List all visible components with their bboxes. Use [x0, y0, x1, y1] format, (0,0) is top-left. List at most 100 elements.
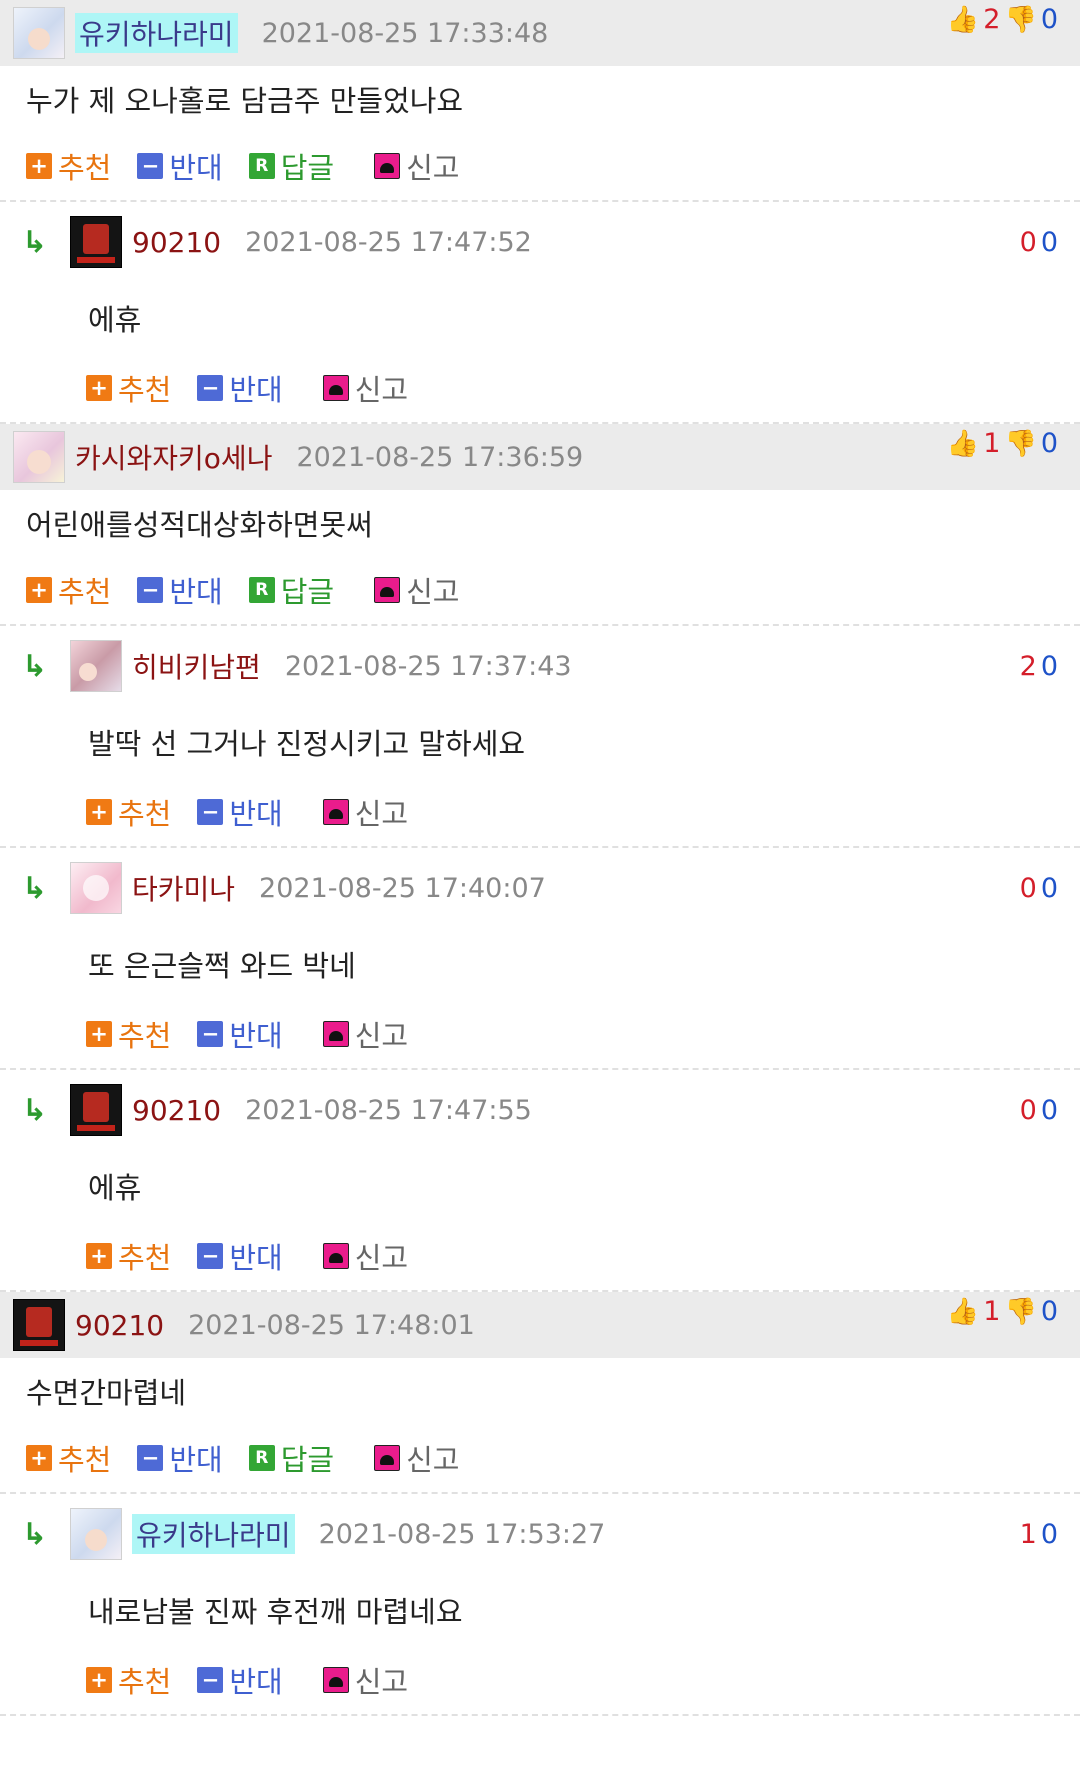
- upvote-count: 1: [1019, 1518, 1037, 1550]
- reply-button[interactable]: R 답글: [248, 1437, 334, 1479]
- recommend-button[interactable]: + 추천: [86, 1235, 171, 1277]
- upvote-count: 2: [983, 4, 1001, 35]
- oppose-button[interactable]: − 반대: [197, 1659, 283, 1701]
- reply-header: ↳ 유키하나라미 2021-08-25 17:53:27 1 0: [0, 1494, 1080, 1574]
- recommend-button[interactable]: + 추천: [26, 145, 111, 187]
- thumbs-up-icon[interactable]: 👍: [947, 1299, 979, 1325]
- comment-1: 유키하나라미 2021-08-25 17:33:48 👍 2 👎 0 누가 제 …: [0, 0, 1080, 424]
- reply-2-2: ↳ 타카미나 2021-08-25 17:40:07 0 0 또 은근슬쩍 와드…: [0, 848, 1080, 1070]
- recommend-button[interactable]: + 추천: [86, 367, 171, 409]
- report-label: 신고: [354, 797, 409, 831]
- reply-arrow-icon: ↳: [22, 1092, 48, 1128]
- avatar[interactable]: [70, 1084, 122, 1136]
- nickname[interactable]: 유키하나라미: [75, 13, 238, 53]
- siren-icon: [322, 799, 349, 825]
- reply-button[interactable]: R 답글: [248, 145, 334, 187]
- report-label: 신고: [354, 373, 409, 407]
- thumbs-up-icon[interactable]: 👍: [947, 7, 979, 33]
- vote-counts: 1 0: [1016, 1519, 1058, 1550]
- comment-text: 누가 제 오나홀로 담금주 만들었나요: [26, 84, 464, 118]
- thumbs-down-icon[interactable]: 👎: [1004, 1299, 1036, 1325]
- report-label: 신고: [354, 1665, 409, 1699]
- reply-arrow-icon: ↳: [22, 870, 48, 906]
- oppose-label: 반대: [169, 151, 223, 185]
- timestamp: 2021-08-25 17:47:55: [245, 1094, 532, 1126]
- plus-icon: +: [26, 1445, 52, 1471]
- report-button[interactable]: 신고: [374, 569, 460, 611]
- siren-icon: [322, 1667, 349, 1693]
- siren-icon: [374, 153, 401, 179]
- report-button[interactable]: 신고: [374, 1437, 460, 1479]
- reply-2-3: ↳ 90210 2021-08-25 17:47:55 0 0 에휴 + 추천 −…: [0, 1070, 1080, 1292]
- thumbs-down-icon[interactable]: 👎: [1004, 7, 1036, 33]
- avatar[interactable]: [13, 7, 65, 59]
- plus-icon: +: [86, 1667, 112, 1693]
- timestamp: 2021-08-25 17:48:01: [188, 1309, 475, 1341]
- report-button[interactable]: 신고: [322, 1013, 409, 1055]
- oppose-button[interactable]: − 반대: [197, 1013, 283, 1055]
- report-label: 신고: [354, 1019, 409, 1053]
- oppose-label: 반대: [229, 797, 283, 831]
- avatar[interactable]: [13, 1299, 65, 1351]
- reply-header: ↳ 히비키남편 2021-08-25 17:37:43 2 0: [0, 626, 1080, 706]
- avatar[interactable]: [70, 862, 122, 914]
- oppose-label: 반대: [229, 1241, 283, 1275]
- downvote-count: 0: [1040, 428, 1058, 459]
- siren-icon: [374, 1445, 401, 1471]
- recommend-label: 추천: [118, 373, 172, 407]
- oppose-button[interactable]: − 반대: [197, 1235, 283, 1277]
- oppose-button[interactable]: − 반대: [197, 791, 283, 833]
- oppose-button[interactable]: − 반대: [137, 569, 223, 611]
- report-button[interactable]: 신고: [322, 367, 409, 409]
- nickname[interactable]: 카시와자키o세나: [75, 437, 272, 477]
- vote-counts: 👍 1 👎 0: [947, 428, 1058, 459]
- reply-text: 에휴: [88, 1171, 142, 1205]
- plus-icon: +: [86, 799, 112, 825]
- recommend-button[interactable]: + 추천: [86, 1659, 171, 1701]
- thumbs-up-icon[interactable]: 👍: [947, 431, 979, 457]
- recommend-button[interactable]: + 추천: [86, 791, 171, 833]
- nickname[interactable]: 타카미나: [132, 868, 235, 908]
- downvote-count: 0: [1040, 1094, 1058, 1126]
- report-button[interactable]: 신고: [322, 791, 409, 833]
- downvote-count: 0: [1040, 1296, 1058, 1327]
- reply-actions: + 추천 − 반대 신고: [0, 1646, 1080, 1716]
- nickname[interactable]: 90210: [132, 1094, 221, 1127]
- report-button[interactable]: 신고: [322, 1659, 409, 1701]
- comment-actions: + 추천 − 반대 R 답글 신고: [0, 132, 1080, 202]
- avatar[interactable]: [70, 216, 122, 268]
- oppose-label: 반대: [229, 1665, 283, 1699]
- avatar[interactable]: [70, 640, 122, 692]
- thumbs-down-icon[interactable]: 👎: [1004, 431, 1036, 457]
- oppose-button[interactable]: − 반대: [137, 1437, 223, 1479]
- recommend-button[interactable]: + 추천: [86, 1013, 171, 1055]
- timestamp: 2021-08-25 17:53:27: [318, 1518, 606, 1550]
- recommend-button[interactable]: + 추천: [26, 569, 111, 611]
- oppose-button[interactable]: − 반대: [197, 367, 283, 409]
- nickname[interactable]: 90210: [132, 226, 221, 259]
- report-button[interactable]: 신고: [322, 1235, 409, 1277]
- comment-2: 카시와자키o세나 2021-08-25 17:36:59 👍 1 👎 0 어린애…: [0, 424, 1080, 1292]
- report-button[interactable]: 신고: [374, 145, 460, 187]
- vote-counts: 👍 1 👎 0: [947, 1296, 1058, 1327]
- avatar[interactable]: [13, 431, 65, 483]
- oppose-button[interactable]: − 반대: [137, 145, 223, 187]
- minus-icon: −: [137, 153, 164, 179]
- upvote-count: 0: [1019, 872, 1037, 904]
- downvote-count: 0: [1040, 4, 1058, 35]
- timestamp: 2021-08-25 17:40:07: [259, 872, 546, 904]
- nickname[interactable]: 히비키남편: [132, 646, 261, 686]
- comment-text: 어린애를성적대상화하면못써: [26, 508, 373, 542]
- reply-button[interactable]: R 답글: [248, 569, 334, 611]
- comment-header: 카시와자키o세나 2021-08-25 17:36:59 👍 1 👎 0: [0, 424, 1080, 490]
- nickname[interactable]: 90210: [75, 1309, 164, 1342]
- report-label: 신고: [354, 1241, 409, 1275]
- avatar[interactable]: [70, 1508, 122, 1560]
- reply-arrow-icon: ↳: [22, 224, 48, 260]
- vote-counts: 0 0: [1016, 227, 1058, 258]
- nickname[interactable]: 유키하나라미: [132, 1514, 295, 1554]
- recommend-label: 추천: [58, 575, 112, 609]
- reply-r-icon: R: [248, 153, 275, 179]
- downvote-count: 0: [1040, 1518, 1058, 1550]
- recommend-button[interactable]: + 추천: [26, 1437, 111, 1479]
